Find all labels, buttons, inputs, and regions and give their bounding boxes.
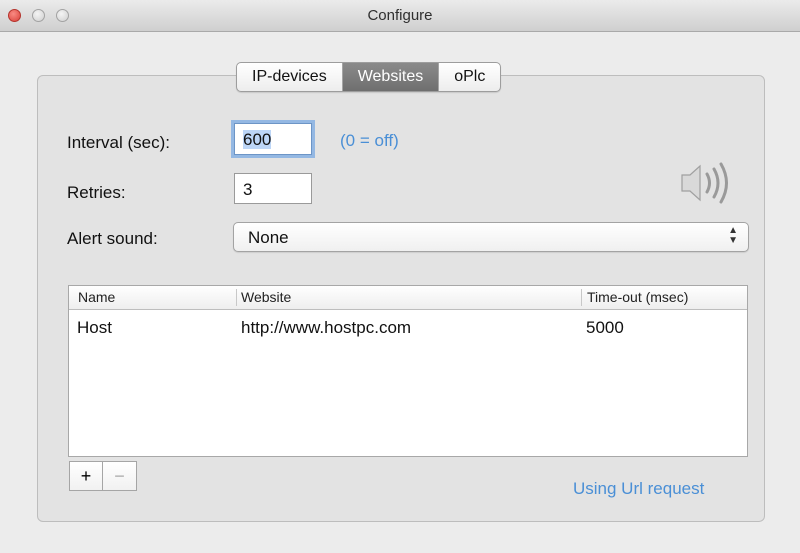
column-divider (581, 289, 582, 306)
tab-ip-devices[interactable]: IP-devices (237, 63, 342, 91)
select-arrows-icon: ▲ ▼ (728, 225, 738, 246)
retries-field[interactable]: 3 (234, 173, 312, 204)
cell-timeout: 5000 (586, 318, 624, 337)
retries-value: 3 (243, 180, 253, 199)
tab-websites[interactable]: Websites (341, 63, 439, 91)
retries-label: Retries: (67, 183, 126, 202)
request-mode-link[interactable]: Using Url request (573, 479, 704, 499)
interval-label: Interval (sec): (67, 133, 170, 152)
column-divider (236, 289, 237, 306)
cell-website: http://www.hostpc.com (241, 318, 412, 337)
column-header-website[interactable]: Website (241, 289, 291, 305)
column-header-name[interactable]: Name (78, 289, 115, 305)
column-header-timeout[interactable]: Time-out (msec) (587, 289, 688, 305)
table-button-bar: + − (69, 461, 137, 491)
interval-value: 600 (243, 130, 272, 149)
remove-button[interactable]: − (103, 461, 137, 491)
tab-oplc[interactable]: oPlc (438, 63, 500, 91)
interval-hint: (0 = off) (340, 131, 399, 150)
interval-field[interactable]: 600 (234, 123, 312, 155)
websites-table[interactable]: Name Website Time-out (msec) Host http:/… (68, 285, 748, 457)
alert-sound-select[interactable]: None ▲ ▼ (233, 222, 749, 252)
speaker-icon[interactable] (676, 160, 740, 206)
cell-name: Host (77, 318, 112, 337)
alert-sound-label: Alert sound: (67, 229, 158, 248)
add-button[interactable]: + (69, 461, 103, 491)
window-title: Configure (367, 7, 433, 24)
title-bar: Configure (0, 0, 800, 32)
tab-bar: IP-devices Websites oPlc (236, 62, 502, 92)
alert-sound-value: None (248, 228, 289, 247)
table-header: Name Website Time-out (msec) (69, 286, 747, 310)
